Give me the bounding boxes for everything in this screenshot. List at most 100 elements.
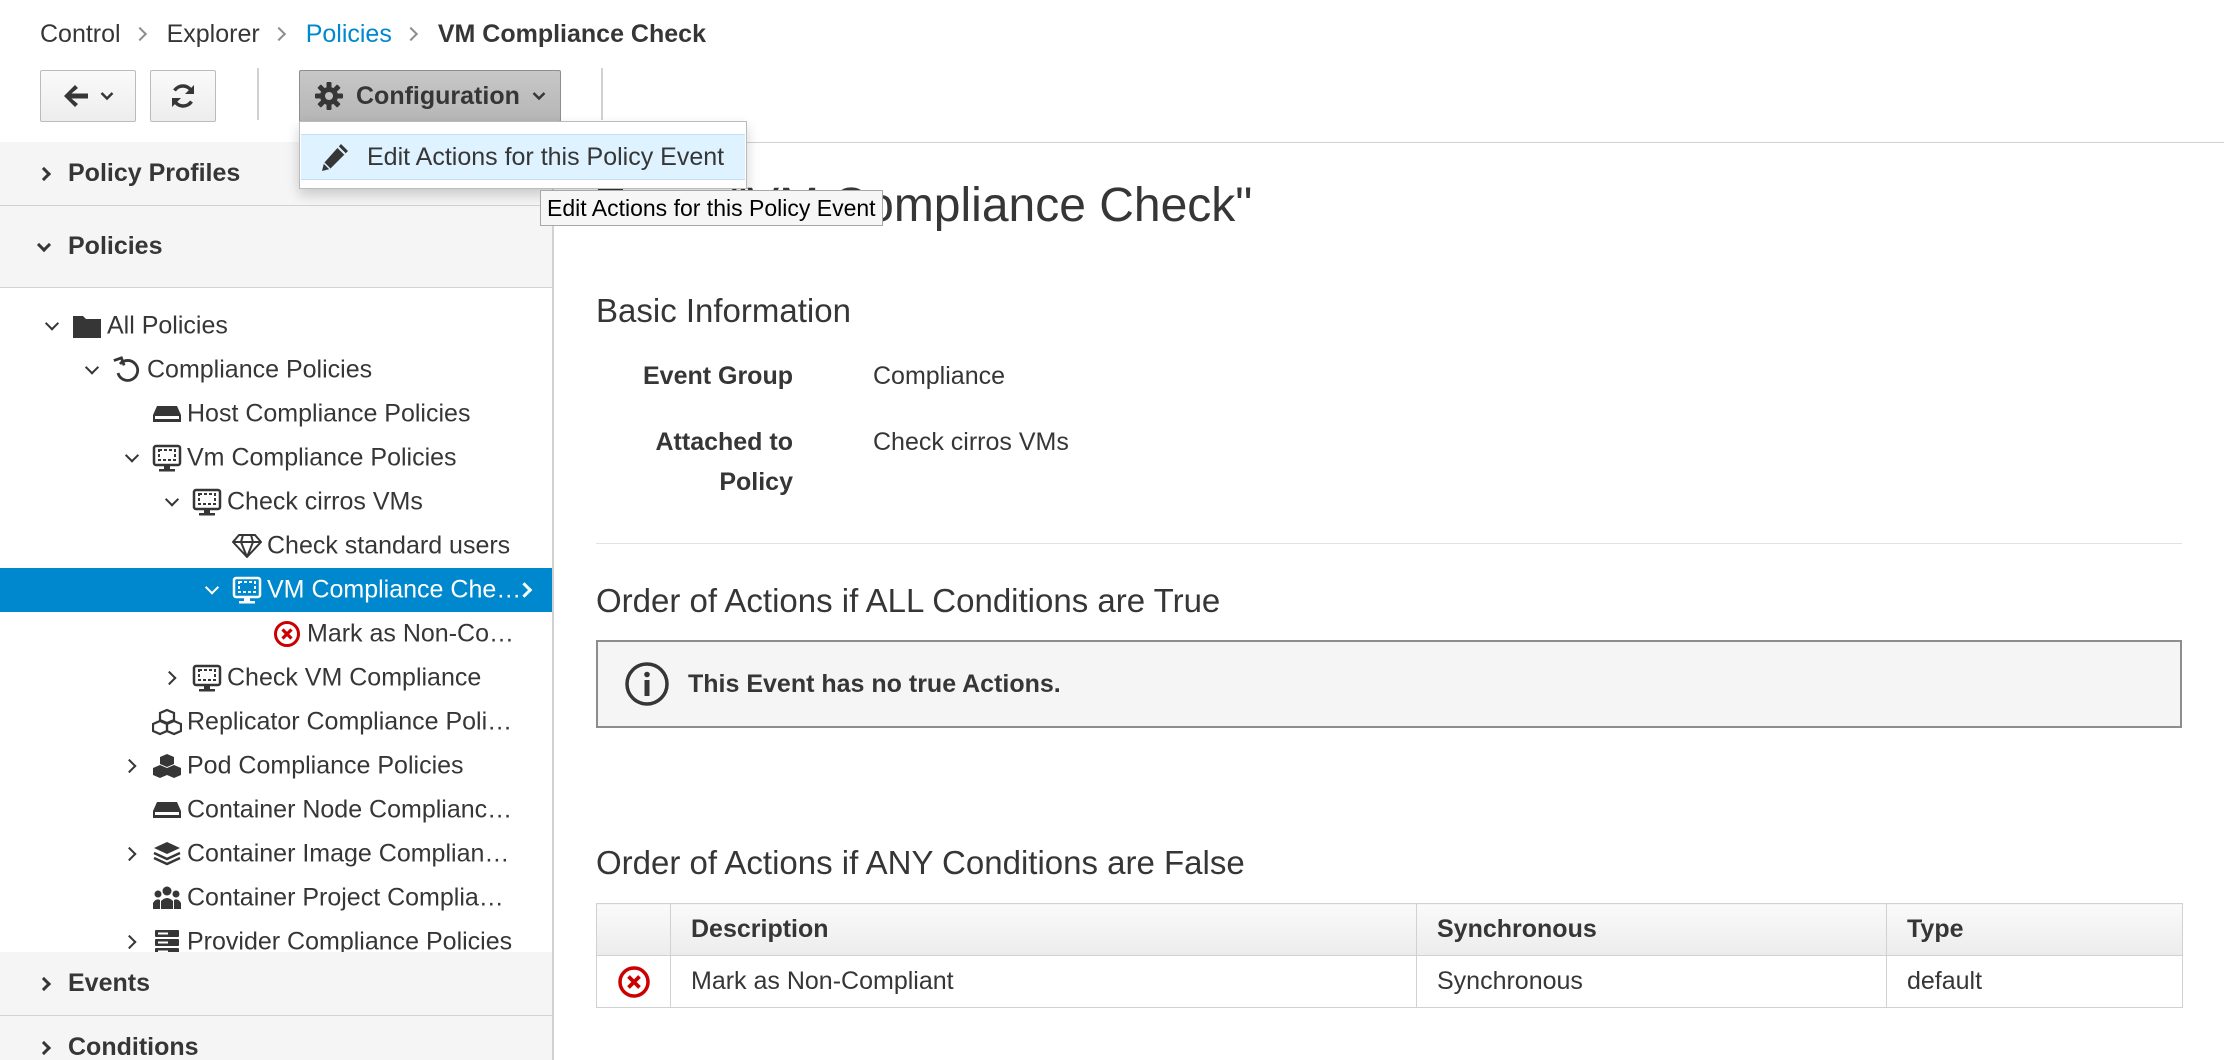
back-button[interactable] bbox=[40, 70, 136, 122]
tree-node-label: Check VM Compliance bbox=[227, 663, 482, 692]
table-header-row: Description Synchronous Type bbox=[596, 903, 2183, 956]
tree-node-label: Compliance Policies bbox=[147, 355, 373, 384]
tree-node-label: All Policies bbox=[107, 311, 228, 340]
chevron-right-icon bbox=[36, 1040, 52, 1055]
description-column-header[interactable]: Description bbox=[670, 903, 1417, 956]
attached-to-label-policy: Policy bbox=[719, 468, 793, 496]
tree-expand-icon[interactable] bbox=[124, 448, 140, 463]
policy-tree: All Policies Compliance Policies Host Co… bbox=[0, 288, 552, 1060]
configuration-dropdown-menu: Edit Actions for this Policy Event bbox=[299, 121, 747, 189]
tree-expand-icon[interactable] bbox=[44, 316, 60, 331]
diamond-icon bbox=[232, 531, 262, 561]
tree-node-container-image-compliance[interactable]: Container Image Complian… bbox=[0, 832, 552, 876]
tree-node-check-standard-users[interactable]: Check standard users bbox=[0, 524, 552, 568]
vm-icon bbox=[192, 487, 222, 517]
icon-column-header bbox=[596, 903, 671, 956]
tree-node-all-policies[interactable]: All Policies bbox=[0, 304, 552, 348]
info-icon bbox=[624, 661, 670, 707]
tree-node-label: Container Image Complian… bbox=[187, 839, 510, 868]
tree-node-label: Host Compliance Policies bbox=[187, 399, 471, 428]
tree-node-label: Check standard users bbox=[267, 531, 511, 560]
breadcrumb-policies[interactable]: Policies bbox=[306, 20, 392, 49]
accordion-conditions[interactable]: Conditions bbox=[0, 1016, 552, 1060]
cubes-icon bbox=[152, 707, 182, 737]
breadcrumb-explorer[interactable]: Explorer bbox=[167, 20, 260, 49]
breadcrumb-separator-icon bbox=[132, 26, 147, 42]
alert-text: This Event has no true Actions. bbox=[688, 669, 1061, 698]
tree-expand-icon[interactable] bbox=[122, 934, 137, 950]
header-divider bbox=[553, 142, 2224, 143]
chevron-right-icon bbox=[36, 976, 52, 991]
users-icon bbox=[152, 883, 182, 913]
tree-node-check-cirros-vms[interactable]: Check cirros VMs bbox=[0, 480, 552, 524]
refresh-button[interactable] bbox=[150, 70, 216, 122]
accordion-policies[interactable]: Policies bbox=[0, 206, 552, 288]
tree-node-replicator-compliance[interactable]: Replicator Compliance Poli… bbox=[0, 700, 552, 744]
error-circle-icon bbox=[272, 619, 302, 649]
accordion-label: Policies bbox=[68, 232, 163, 260]
vm-icon bbox=[152, 443, 182, 473]
tree-node-vm-compliance[interactable]: Vm Compliance Policies bbox=[0, 436, 552, 480]
gear-icon bbox=[314, 81, 344, 111]
tree-node-label: Pod Compliance Policies bbox=[187, 751, 464, 780]
vm-icon bbox=[192, 663, 222, 693]
row-type: default bbox=[1886, 955, 2183, 1008]
tree-node-host-compliance[interactable]: Host Compliance Policies bbox=[0, 392, 552, 436]
pencil-icon bbox=[319, 141, 351, 173]
tree-node-mark-non-compliant[interactable]: Mark as Non-Co… bbox=[0, 612, 552, 656]
tree-expand-icon[interactable] bbox=[84, 360, 100, 375]
chevron-down-icon bbox=[36, 237, 52, 252]
breadcrumb-separator-icon bbox=[403, 26, 418, 42]
accordion-label: Events bbox=[68, 969, 150, 997]
tree-node-pod-compliance[interactable]: Pod Compliance Policies bbox=[0, 744, 552, 788]
row-synchronous: Synchronous bbox=[1416, 955, 1887, 1008]
true-actions-heading: Order of Actions if ALL Conditions are T… bbox=[596, 582, 1221, 619]
accordion-events[interactable]: Events bbox=[0, 952, 552, 1016]
breadcrumb: Control Explorer Policies VM Compliance … bbox=[40, 14, 706, 54]
cubes-icon bbox=[152, 751, 182, 781]
event-group-value: Compliance bbox=[873, 362, 1006, 390]
false-actions-table: Description Synchronous Type Mark as Non… bbox=[596, 903, 2183, 1008]
chevron-right-icon bbox=[36, 166, 52, 181]
sidebar: Policy Profiles Policies All Policies Co… bbox=[0, 142, 554, 1060]
tree-expand-icon[interactable] bbox=[122, 758, 137, 774]
attached-to-label: Attached to bbox=[655, 428, 794, 456]
type-column-header[interactable]: Type bbox=[1886, 903, 2183, 956]
tree-node-compliance-policies[interactable]: Compliance Policies bbox=[0, 348, 552, 392]
accordion-label: Conditions bbox=[68, 1033, 199, 1060]
tree-node-label: VM Compliance Che… bbox=[267, 575, 522, 604]
chevron-down-icon bbox=[100, 91, 114, 101]
host-icon bbox=[152, 399, 182, 429]
tree-node-label: Replicator Compliance Poli… bbox=[187, 707, 513, 736]
host-icon bbox=[152, 795, 182, 825]
tree-node-label: Vm Compliance Policies bbox=[187, 443, 457, 472]
accordion-label: Policy Profiles bbox=[68, 159, 241, 187]
breadcrumb-current: VM Compliance Check bbox=[437, 19, 706, 48]
tree-node-label: Check cirros VMs bbox=[227, 487, 423, 516]
tree-node-label: Container Node Complianc… bbox=[187, 795, 513, 824]
tree-expand-icon[interactable] bbox=[122, 846, 137, 862]
basic-information-heading: Basic Information bbox=[596, 292, 851, 329]
tree-expand-icon[interactable] bbox=[164, 492, 180, 507]
event-group-label: Event Group bbox=[642, 362, 793, 390]
attached-to-value: Check cirros VMs bbox=[873, 428, 1069, 456]
breadcrumb-control[interactable]: Control bbox=[40, 20, 121, 49]
tree-expand-icon[interactable] bbox=[204, 580, 220, 595]
tree-expand-icon[interactable] bbox=[162, 670, 177, 686]
tree-node-container-project-compliance[interactable]: Container Project Complia… bbox=[0, 876, 552, 920]
toolbar-divider bbox=[601, 68, 603, 120]
history-icon bbox=[112, 355, 142, 385]
edit-actions-menu-item[interactable]: Edit Actions for this Policy Event bbox=[301, 134, 745, 180]
configuration-button[interactable]: Configuration bbox=[299, 70, 561, 122]
table-row[interactable]: Mark as Non-Compliant Synchronous defaul… bbox=[596, 955, 2183, 1008]
synchronous-column-header[interactable]: Synchronous bbox=[1416, 903, 1887, 956]
tree-node-check-vm-compliance[interactable]: Check VM Compliance bbox=[0, 656, 552, 700]
refresh-icon bbox=[168, 81, 198, 111]
tree-node-vm-compliance-check[interactable]: VM Compliance Che… bbox=[0, 568, 552, 612]
false-actions-heading: Order of Actions if ANY Conditions are F… bbox=[596, 844, 1245, 881]
layers-icon bbox=[152, 839, 182, 869]
chevron-down-icon bbox=[532, 91, 546, 101]
arrow-left-icon bbox=[62, 83, 90, 109]
tree-node-label: Container Project Complia… bbox=[187, 883, 504, 912]
tree-node-container-node-compliance[interactable]: Container Node Complianc… bbox=[0, 788, 552, 832]
